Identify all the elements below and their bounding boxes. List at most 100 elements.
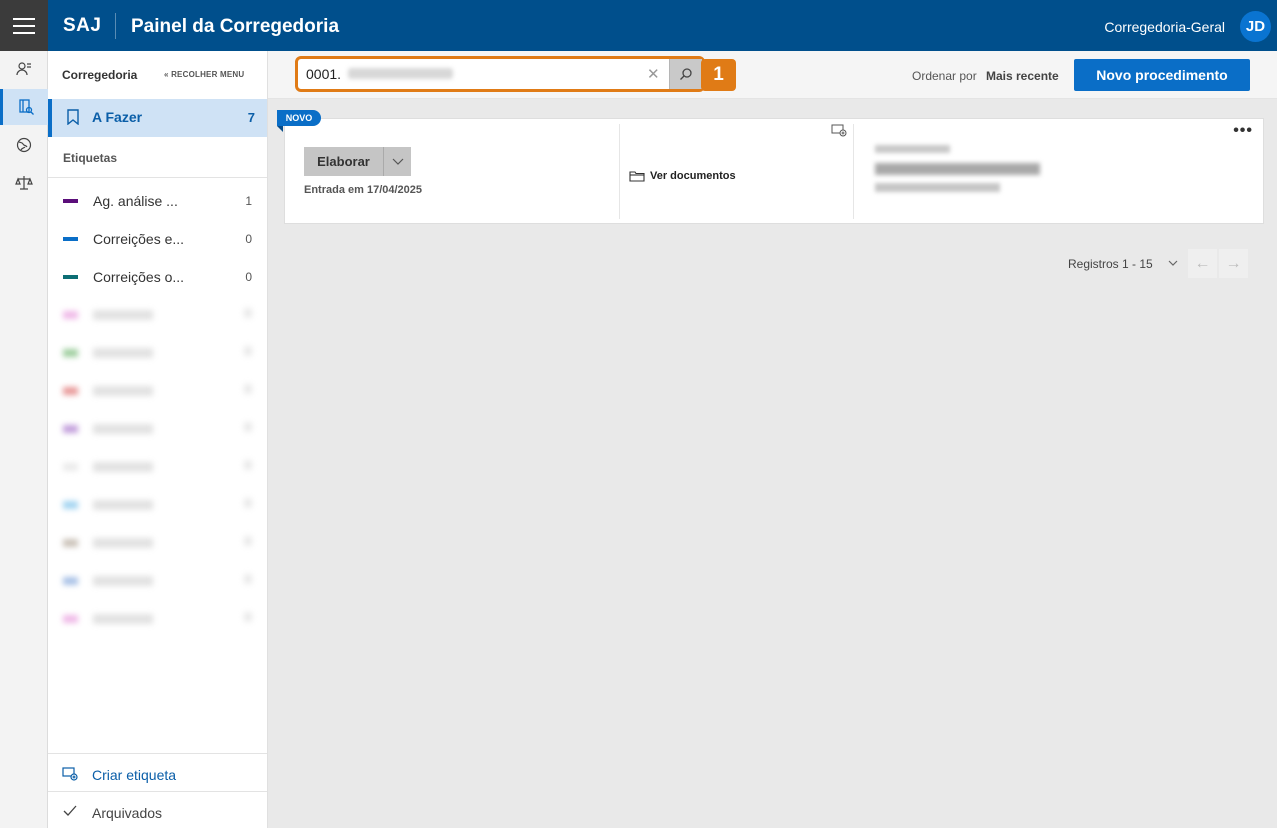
tag-color-swatch <box>63 275 78 279</box>
tag-count-redacted <box>244 536 252 546</box>
todo-count: 7 <box>247 110 255 125</box>
tag-label-redacted <box>93 386 153 396</box>
page-title: Painel da Corregedoria <box>131 16 340 37</box>
bookmark-icon <box>67 109 79 125</box>
sidebar-tag-item-redacted[interactable] <box>48 410 267 448</box>
tag-count-redacted <box>244 308 252 318</box>
elaborate-button[interactable]: Elaborar <box>304 147 383 176</box>
tag-count-redacted <box>244 498 252 508</box>
tag-label: Correições o... <box>93 269 185 285</box>
sidebar-tag-item-redacted[interactable] <box>48 600 267 638</box>
sidebar-item-todo[interactable]: A Fazer 7 <box>48 99 267 137</box>
tag-color-swatch <box>63 615 78 623</box>
app-root: SAJ Painel da Corregedoria Corregedoria-… <box>0 0 1277 828</box>
archived-button[interactable]: Arquivados <box>48 791 267 828</box>
tag-count-redacted <box>244 574 252 584</box>
redacted-text <box>875 163 1040 175</box>
sidebar-tag-item-redacted[interactable] <box>48 296 267 334</box>
globe-icon[interactable] <box>0 127 48 163</box>
view-documents-link[interactable]: Ver documentos <box>629 170 736 182</box>
tag-label-redacted <box>93 538 153 548</box>
records-range: Registros 1 - 15 <box>1068 257 1153 271</box>
search-box: ✕ <box>295 56 705 92</box>
folder-icon <box>629 171 645 182</box>
tag-color-swatch <box>63 387 78 395</box>
search-redacted <box>348 68 453 79</box>
user-name[interactable]: Corregedoria-Geral <box>1104 19 1225 35</box>
top-bar: SAJ Painel da Corregedoria Corregedoria-… <box>0 0 1277 51</box>
tag-count-redacted <box>244 612 252 622</box>
tag-label-redacted <box>93 500 153 510</box>
tag-count-redacted <box>244 422 252 432</box>
arrow-left-icon: ← <box>1194 254 1211 272</box>
tag-label: Ag. análise ... <box>93 193 178 209</box>
entry-date: Entrada em 17/04/2025 <box>304 184 423 196</box>
hamburger-menu-icon[interactable] <box>0 0 48 51</box>
tag-color-swatch <box>63 577 78 585</box>
step-badge: 1 <box>701 59 736 91</box>
tag-count-redacted <box>244 460 252 470</box>
chevron-down-icon[interactable] <box>1166 256 1180 270</box>
tag-add-icon <box>62 767 78 781</box>
divider <box>48 177 267 178</box>
archived-text: Arquivados <box>92 805 163 821</box>
create-label-text: Criar etiqueta <box>92 767 177 783</box>
tag-color-swatch <box>63 463 78 471</box>
labels-heading: Etiquetas <box>63 151 118 165</box>
tag-add-icon[interactable] <box>831 124 847 137</box>
new-badge: NOVO <box>277 110 321 132</box>
toolbar: ✕ 1 Ordenar por Mais recente Novo proced… <box>268 51 1277 99</box>
tag-color-swatch <box>63 539 78 547</box>
divider <box>853 124 854 219</box>
scales-icon[interactable] <box>0 165 48 201</box>
sidebar-tag-item-redacted[interactable] <box>48 562 267 600</box>
users-icon[interactable] <box>0 51 48 87</box>
tag-color-swatch <box>63 501 78 509</box>
sort-dropdown[interactable]: Mais recente <box>986 69 1059 83</box>
collapse-menu-button[interactable]: « RECOLHER MENU <box>164 70 244 79</box>
more-options-icon[interactable]: ••• <box>1233 122 1253 140</box>
tag-label-redacted <box>93 424 153 434</box>
tag-color-swatch <box>63 199 78 203</box>
tag-color-swatch <box>63 425 78 433</box>
create-label-button[interactable]: Criar etiqueta <box>48 753 267 791</box>
sidebar: Corregedoria « RECOLHER MENU A Fazer 7 E… <box>48 51 268 828</box>
sidebar-tag-item[interactable]: Correições e... 0 <box>48 220 267 258</box>
tag-label: Correições e... <box>93 231 185 247</box>
tag-color-swatch <box>63 349 78 357</box>
search-icon <box>680 68 692 80</box>
documents-search-icon[interactable] <box>0 89 48 125</box>
redacted-text <box>875 183 1000 192</box>
new-procedure-button[interactable]: Novo procedimento <box>1074 59 1250 91</box>
tag-color-swatch <box>63 237 78 241</box>
tag-count-redacted <box>244 384 252 394</box>
view-documents-text: Ver documentos <box>650 170 736 182</box>
sidebar-tag-item-redacted[interactable] <box>48 334 267 372</box>
brand-logo: SAJ <box>63 15 102 36</box>
sidebar-tag-item-redacted[interactable] <box>48 448 267 486</box>
sort-label: Ordenar por <box>912 69 977 83</box>
sidebar-tag-item[interactable]: Correições o... 0 <box>48 258 267 296</box>
sidebar-title: Corregedoria <box>62 68 138 82</box>
sidebar-item-label: A Fazer <box>92 109 143 125</box>
sidebar-tag-item-redacted[interactable] <box>48 524 267 562</box>
check-icon <box>63 805 77 816</box>
avatar[interactable]: JD <box>1240 11 1271 42</box>
sidebar-tag-item-redacted[interactable] <box>48 372 267 410</box>
tag-color-swatch <box>63 311 78 319</box>
brand-divider <box>115 13 116 39</box>
tag-label-redacted <box>93 576 153 586</box>
search-button[interactable] <box>669 59 702 89</box>
tag-count: 0 <box>245 270 252 284</box>
tag-count-redacted <box>244 346 252 356</box>
sidebar-tag-item[interactable]: Ag. análise ... 1 <box>48 182 267 220</box>
close-icon[interactable]: ✕ <box>647 65 660 83</box>
tag-label-redacted <box>93 614 153 624</box>
sidebar-tag-item-redacted[interactable] <box>48 486 267 524</box>
elaborate-dropdown[interactable] <box>383 147 411 176</box>
tag-label-redacted <box>93 462 153 472</box>
next-page-button[interactable]: → <box>1219 249 1248 278</box>
chevron-down-icon <box>392 158 403 165</box>
tag-count: 0 <box>245 232 252 246</box>
previous-page-button[interactable]: ← <box>1188 249 1217 278</box>
